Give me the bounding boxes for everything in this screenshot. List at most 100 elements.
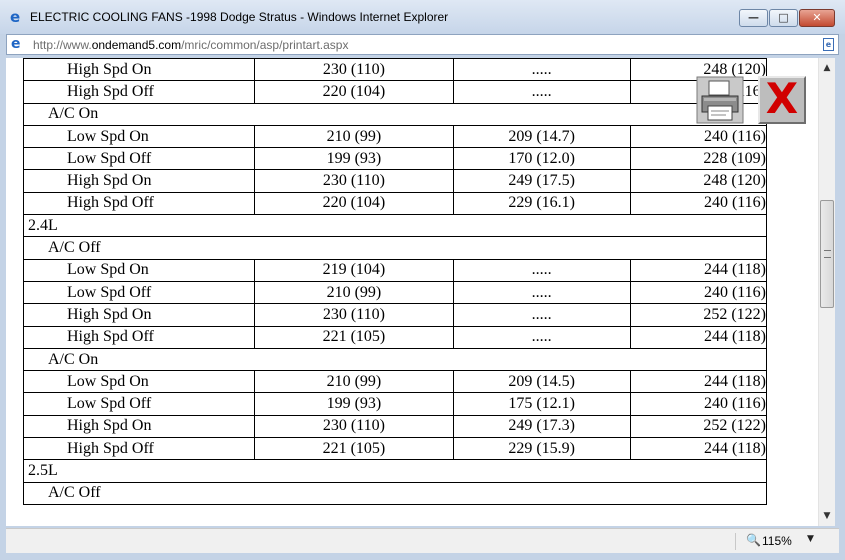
cell-value: 228 (109) — [629, 147, 768, 171]
row-label: High Spd Off — [22, 191, 256, 216]
print-icon[interactable] — [696, 76, 744, 124]
ac-heading: A/C Off — [23, 236, 767, 260]
row-label: High Spd On — [22, 414, 256, 439]
cell-value: 170 (12.0) — [452, 147, 631, 171]
table-row: Low Spd Off 199 (93) 170 (12.0) 228 (109) — [22, 147, 768, 171]
cell-value: 209 (14.5) — [452, 370, 631, 394]
row-label: Low Spd Off — [22, 147, 256, 171]
cell-value: 249 (17.5) — [452, 169, 631, 193]
cell-value: 240 (116) — [629, 392, 768, 416]
vertical-scrollbar[interactable]: ▲ ▼ — [818, 58, 835, 526]
cell-value: 210 (99) — [254, 280, 454, 305]
page-content: High Spd On 230 (110)..... 248 (120) High S… — [6, 58, 818, 526]
url-domain: ondemand5.com — [91, 38, 182, 52]
row-label: High Spd On — [22, 303, 256, 327]
row-label: High Spd On — [22, 169, 256, 193]
table-row: Low Spd Off 210 (99)..... 240 (116) — [22, 280, 768, 305]
table-row: High Spd On 230 (110) 249 (17.5) 248 (120) — [22, 169, 768, 193]
cell-value: 210 (99) — [254, 124, 454, 149]
table-row: 2.4L — [23, 214, 767, 238]
minimize-button[interactable]: — — [739, 9, 768, 27]
cell-value: 220 (104) — [254, 80, 454, 104]
cell-value: ..... — [452, 258, 631, 282]
address-bar[interactable]: e http://www.ondemand5.com/mric/common/a… — [6, 34, 839, 55]
ie-page-icon: e — [11, 36, 21, 52]
table-row: High Spd On 230 (110) 249 (17.3) 252 (122) — [22, 414, 768, 439]
cell-value: 240 (116) — [629, 280, 768, 305]
cell-value: 240 (116) — [629, 191, 768, 216]
table-row: A/C On — [23, 102, 767, 126]
scroll-up-arrow-icon[interactable]: ▲ — [819, 60, 835, 76]
cell-value: 229 (15.9) — [452, 437, 631, 461]
cell-value: 199 (93) — [254, 147, 454, 171]
cell-value: 230 (110) — [254, 169, 454, 193]
row-label: Low Spd Off — [22, 280, 256, 305]
table-row: A/C Off — [23, 481, 767, 505]
table-row: Low Spd On 210 (99) 209 (14.7) 240 (116) — [22, 124, 768, 149]
scroll-thumb[interactable] — [820, 200, 834, 308]
url-path: /mric/common/asp/printart.aspx — [181, 38, 349, 52]
row-label: Low Spd On — [22, 258, 256, 282]
cell-value: 221 (105) — [254, 325, 454, 349]
table-row: High Spd Off 220 (104) 229 (16.1) 240 (116) — [22, 191, 768, 216]
close-window-button[interactable]: ✕ — [799, 9, 835, 27]
table-row: 2.5L — [23, 459, 767, 483]
cell-value: ..... — [452, 280, 631, 305]
maximize-button[interactable]: □ — [769, 9, 798, 27]
cell-value: 252 (122) — [629, 414, 768, 439]
cell-value: 252 (122) — [629, 303, 768, 327]
address-url[interactable]: http://www.ondemand5.com/mric/common/asp… — [33, 38, 348, 52]
table-row: Low Spd On 219 (104)..... 244 (118) — [22, 258, 768, 282]
cell-value: 221 (105) — [254, 437, 454, 461]
engine-heading: 2.5L — [23, 459, 767, 483]
cell-value: ..... — [452, 58, 631, 82]
window-title: ELECTRIC COOLING FANS -1998 Dodge Stratu… — [30, 10, 449, 24]
cell-value: 230 (110) — [254, 414, 454, 439]
cell-value: 229 (16.1) — [452, 191, 631, 216]
cell-value: ..... — [452, 80, 631, 104]
cell-value: 219 (104) — [254, 258, 454, 282]
table-row: High Spd On 230 (110)..... 248 (120) — [22, 58, 768, 82]
cell-value: 244 (118) — [629, 258, 768, 282]
close-x-button[interactable]: X — [758, 76, 806, 124]
status-divider — [735, 533, 736, 550]
cell-value: 230 (110) — [254, 303, 454, 327]
ie-logo-icon: e — [10, 8, 21, 26]
scroll-down-arrow-icon[interactable]: ▼ — [819, 508, 835, 524]
row-label: High Spd Off — [22, 325, 256, 349]
table-row: Low Spd Off 199 (93) 175 (12.1) 240 (116) — [22, 392, 768, 416]
cell-value: 244 (118) — [629, 370, 768, 394]
compatibility-view-icon[interactable]: e — [823, 38, 834, 51]
cell-value: ..... — [452, 325, 631, 349]
ac-heading: A/C On — [23, 347, 767, 372]
cooling-fan-table: High Spd On 230 (110)..... 248 (120) High S… — [22, 58, 768, 505]
ac-heading: A/C Off — [23, 481, 767, 505]
row-label: High Spd On — [22, 58, 256, 82]
cell-value: 248 (120) — [629, 169, 768, 193]
row-label: High Spd Off — [22, 437, 256, 461]
engine-heading: 2.4L — [23, 214, 767, 238]
table-row: High Spd Off 221 (105) 229 (15.9) 244 (118) — [22, 437, 768, 461]
row-label: Low Spd Off — [22, 392, 256, 416]
cell-value: 209 (14.7) — [452, 124, 631, 149]
cell-value: 240 (116) — [629, 124, 768, 149]
table-row: A/C On — [23, 347, 767, 372]
zoom-level[interactable]: 115% — [762, 534, 792, 548]
table-row: Low Spd On 210 (99) 209 (14.5) 244 (118) — [22, 370, 768, 394]
row-label: High Spd Off — [22, 80, 256, 104]
row-label: Low Spd On — [22, 124, 256, 149]
cell-value: ..... — [452, 303, 631, 327]
cell-value: 220 (104) — [254, 191, 454, 216]
cell-value: 244 (118) — [629, 437, 768, 461]
row-label: Low Spd On — [22, 370, 256, 394]
zoom-icon[interactable]: 🔍 — [746, 533, 761, 547]
status-bar: 🔍 115% ▼ — [6, 528, 839, 553]
cell-value: 244 (118) — [629, 325, 768, 349]
zoom-dropdown-icon[interactable]: ▼ — [807, 534, 814, 544]
url-prefix: http://www. — [33, 38, 92, 52]
cell-value: 199 (93) — [254, 392, 454, 416]
table-row: A/C Off — [23, 236, 767, 260]
cell-value: 210 (99) — [254, 370, 454, 394]
table-row: High Spd On 230 (110)..... 252 (122) — [22, 303, 768, 327]
table-row: High Spd Off 221 (105)..... 244 (118) — [22, 325, 768, 349]
